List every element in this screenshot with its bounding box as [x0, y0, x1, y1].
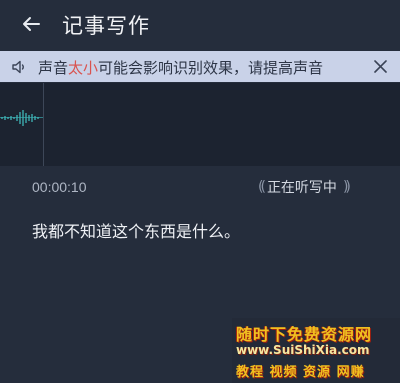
- notice-text-after: 可能会影响识别效果，请提高声音: [98, 59, 324, 77]
- notice-text-before: 声音: [38, 59, 69, 77]
- watermark-title: 随时下免费资源网: [236, 325, 373, 344]
- waveform: [1, 110, 39, 126]
- watermark-tagline: 教程 视频 资源 网赚: [236, 365, 365, 380]
- app-header: 记事写作: [0, 0, 400, 50]
- low-volume-notice: 声音太小可能会影响识别效果，请提高声音: [0, 51, 400, 82]
- arrow-left-icon: [23, 17, 40, 31]
- close-icon[interactable]: [373, 59, 388, 74]
- page-title: 记事写作: [62, 14, 150, 38]
- sound-wave-left-icon: ((: [258, 179, 266, 195]
- notice-text: 声音太小可能会影响识别效果，请提高声音: [38, 57, 323, 78]
- waveform-panel: [0, 83, 400, 166]
- watermark-url: www.SuiShiXia.com: [236, 343, 370, 357]
- sound-wave-right-icon: )): [342, 179, 351, 195]
- transcript-text: 我都不知道这个东西是什么。: [32, 222, 241, 241]
- speaker-icon: [12, 60, 24, 74]
- dictation-status: (( 正在听写中 )): [258, 176, 351, 198]
- status-label: 正在听写中: [266, 180, 337, 196]
- playhead-line: [43, 83, 44, 166]
- notice-text-highlight: 太小: [68, 59, 99, 77]
- back-button[interactable]: [18, 11, 44, 37]
- elapsed-time: 00:00:10: [32, 179, 87, 195]
